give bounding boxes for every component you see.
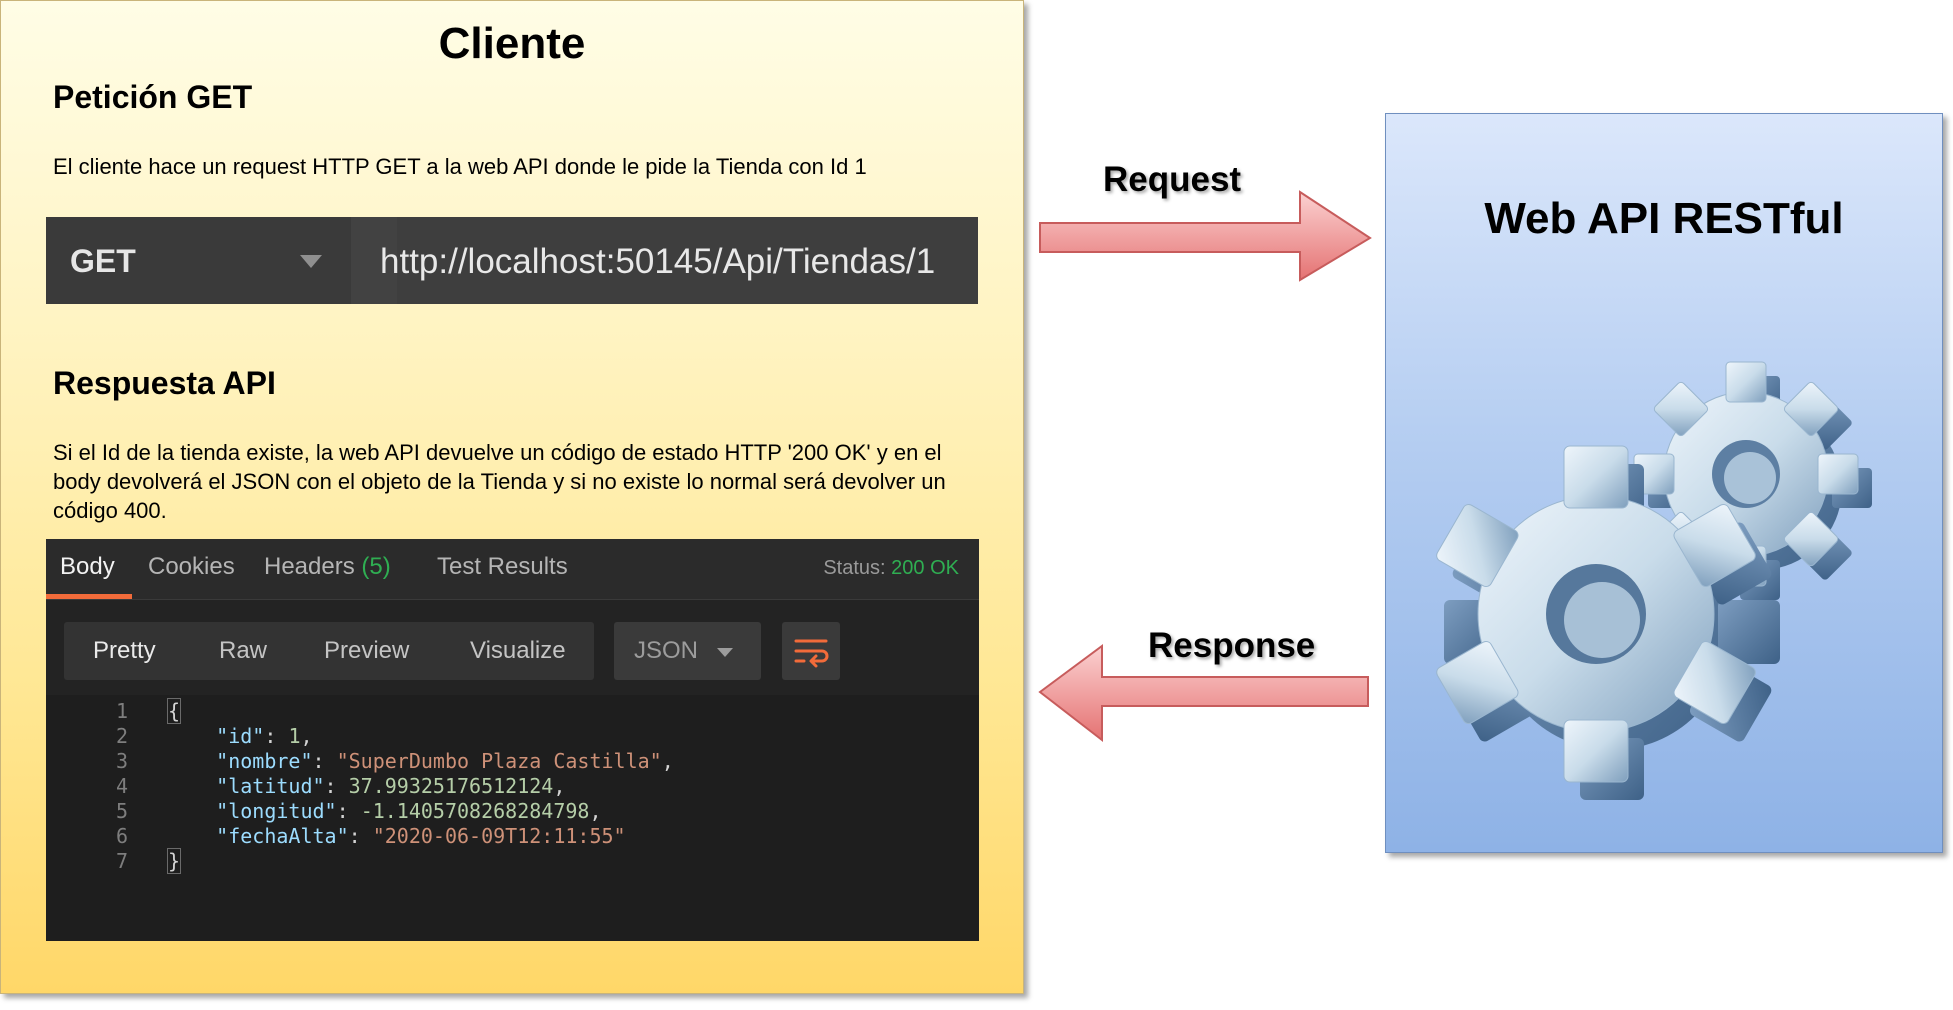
tab-cookies[interactable]: Cookies [148,553,235,581]
json-key: "nombre" [216,749,313,773]
json-value: "2020-06-09T12:11:55" [372,824,626,848]
view-mode-toolbar: Pretty Raw Preview Visualize [64,622,594,680]
json-value: 1 [288,724,301,748]
tab-body[interactable]: Body [60,553,115,581]
json-close-brace: } [166,848,182,874]
request-description: El cliente hace un request HTTP GET a la… [53,154,867,179]
method-label: GET [70,243,136,279]
url-input[interactable]: http://localhost:50145/Api/Tiendas/1 [380,242,935,282]
request-label: Request [1103,160,1242,199]
status-badge: 200 OK [891,557,959,579]
response-label: Response [1148,626,1316,665]
tab-headers-label: Headers [264,553,355,580]
json-value: "SuperDumbo Plaza Castilla" [336,749,662,773]
view-raw-button[interactable]: Raw [219,637,267,665]
json-open-brace: { [166,698,182,724]
format-select[interactable]: JSON [614,622,761,680]
web-api-panel: Web API RESTful [1385,113,1943,853]
request-heading: Petición GET [53,79,253,115]
json-key: "fechaAlta" [216,824,349,848]
line-number: 2 [115,724,128,748]
json-key: "latitud" [216,774,325,798]
json-value: -1.1405708268284798 [360,799,590,823]
active-tab-indicator [46,594,132,599]
status-indicator: Status: 200 OK [823,557,959,580]
chevron-down-icon [717,648,733,657]
response-tabs: Body Cookies Headers (5) Test Results St… [46,539,979,600]
method-select[interactable]: GET [46,217,351,304]
response-heading: Respuesta API [53,365,276,401]
view-pretty-button[interactable]: Pretty [93,637,156,665]
response-panel: Body Cookies Headers (5) Test Results St… [46,539,979,941]
api-title: Web API RESTful [1484,194,1844,243]
line-number: 5 [115,799,128,823]
json-key: "longitud" [216,799,337,823]
line-number: 4 [115,774,128,798]
get-request-bar: GET http://localhost:50145/Api/Tiendas/1 [46,217,978,304]
headers-count-badge: (5) [361,553,391,580]
code-line: 7 } [46,848,979,879]
client-title: Cliente [438,19,586,68]
json-value: 37.99325176512124 [348,774,554,798]
tab-headers[interactable]: Headers (5) [264,553,391,581]
tab-test-results[interactable]: Test Results [437,553,568,581]
wrap-lines-button[interactable] [782,622,840,680]
view-preview-button[interactable]: Preview [324,637,409,665]
json-code-view: 1 { 2 "id": 1, 3 "nombre": "SuperDumbo P… [46,695,979,941]
chevron-down-icon [300,255,322,268]
line-number: 1 [115,699,128,723]
wrap-lines-icon [794,639,829,668]
format-label: JSON [634,637,699,664]
view-visualize-button[interactable]: Visualize [470,637,566,665]
line-number: 7 [115,849,128,873]
line-number: 6 [115,824,128,848]
json-key: "id" [216,724,265,748]
status-label: Status: [823,557,886,579]
client-panel: Cliente Petición GET El cliente hace un … [0,0,1024,994]
gears-icon [1436,361,1872,800]
response-description: Si el Id de la tienda existe, la web API… [53,440,946,523]
line-number: 3 [115,749,128,773]
